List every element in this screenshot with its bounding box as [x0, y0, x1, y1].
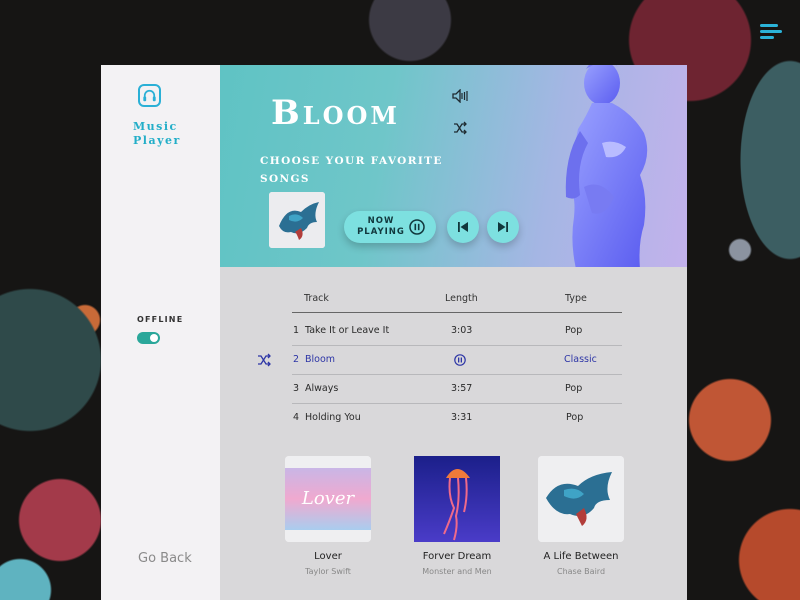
table-row[interactable]: 1 Take It or Leave It 3:03 Pop — [220, 317, 687, 346]
track-type: Pop — [565, 325, 583, 336]
go-back-link[interactable]: Go Back — [138, 551, 192, 566]
album-card[interactable]: Lover Lover Taylor Swift — [285, 456, 371, 576]
now-playing-header: Bloom Choose your favorite songs Now Pla… — [220, 65, 687, 267]
previous-track-button[interactable] — [447, 211, 479, 243]
track-number: 2 — [293, 354, 300, 365]
album-artist: Chase Baird — [556, 567, 606, 576]
shuffle-icon[interactable] — [453, 121, 467, 135]
table-row-active[interactable]: 2 Bloom Classic — [220, 346, 687, 375]
table-row[interactable]: 4 Holding You 3:31 Pop — [220, 404, 687, 433]
music-player-window: Music Player Offline Go Back Bloom Choos… — [101, 65, 687, 600]
track-name: Holding You — [305, 412, 361, 423]
column-header-type: Type — [565, 293, 587, 304]
shuffle-icon[interactable] — [257, 353, 271, 367]
next-track-button[interactable] — [487, 211, 519, 243]
skip-next-icon — [498, 222, 508, 232]
app-title: Music Player — [133, 120, 181, 147]
now-playing-button[interactable]: Now Playing — [344, 211, 436, 243]
album-title: A Life Between — [543, 551, 619, 562]
sidebar: Music Player Offline Go Back — [101, 65, 220, 600]
volume-icon[interactable] — [452, 89, 468, 103]
track-name: Bloom — [305, 354, 336, 365]
song-title-text: Bloom — [271, 93, 400, 133]
album-cover: Lover — [285, 456, 371, 542]
column-header-length: Length — [445, 293, 478, 304]
track-length: 3:57 — [451, 383, 473, 394]
track-number: 3 — [293, 383, 300, 394]
track-name: Take It or Leave It — [305, 325, 390, 336]
album-cover — [538, 456, 624, 542]
offline-toggle[interactable] — [137, 332, 160, 344]
track-number: 1 — [293, 325, 300, 336]
track-length: 3:03 — [451, 325, 473, 336]
skip-previous-icon — [458, 222, 468, 232]
track-table: Track Length Type 1 Take It or Leave It … — [220, 267, 687, 437]
table-row[interactable]: 3 Always 3:57 Pop — [220, 375, 687, 404]
track-length: 3:31 — [451, 412, 473, 423]
statue-artwork — [565, 65, 648, 267]
album-artist: Taylor Swift — [305, 567, 351, 576]
pause-icon — [409, 219, 425, 235]
album-card[interactable]: Forver Dream Monster and Men — [414, 456, 500, 576]
current-album-thumbnail — [269, 192, 325, 248]
header-divider — [292, 312, 622, 313]
now-playing-label: Now Playing — [357, 216, 405, 237]
album-title: Lover — [314, 551, 342, 562]
pause-icon[interactable] — [454, 354, 466, 366]
album-title: Forver Dream — [422, 551, 492, 562]
track-name: Always — [305, 383, 339, 394]
album-card[interactable]: A Life Between Chase Baird — [538, 456, 624, 576]
track-number: 4 — [293, 412, 300, 423]
headphones-icon — [138, 84, 161, 107]
track-type: Pop — [565, 383, 583, 394]
album-cover-text: Lover — [301, 488, 356, 509]
hero-subtitle: Choose your favorite songs — [260, 155, 443, 185]
column-header-track: Track — [304, 293, 329, 304]
song-title: Bloom — [271, 93, 400, 133]
track-type: Pop — [566, 412, 584, 423]
track-type: Classic — [564, 354, 597, 365]
offline-label: Offline — [137, 315, 184, 324]
album-artist: Monster and Men — [422, 567, 492, 576]
hamburger-menu-icon[interactable] — [760, 24, 782, 40]
album-cover — [414, 456, 500, 542]
